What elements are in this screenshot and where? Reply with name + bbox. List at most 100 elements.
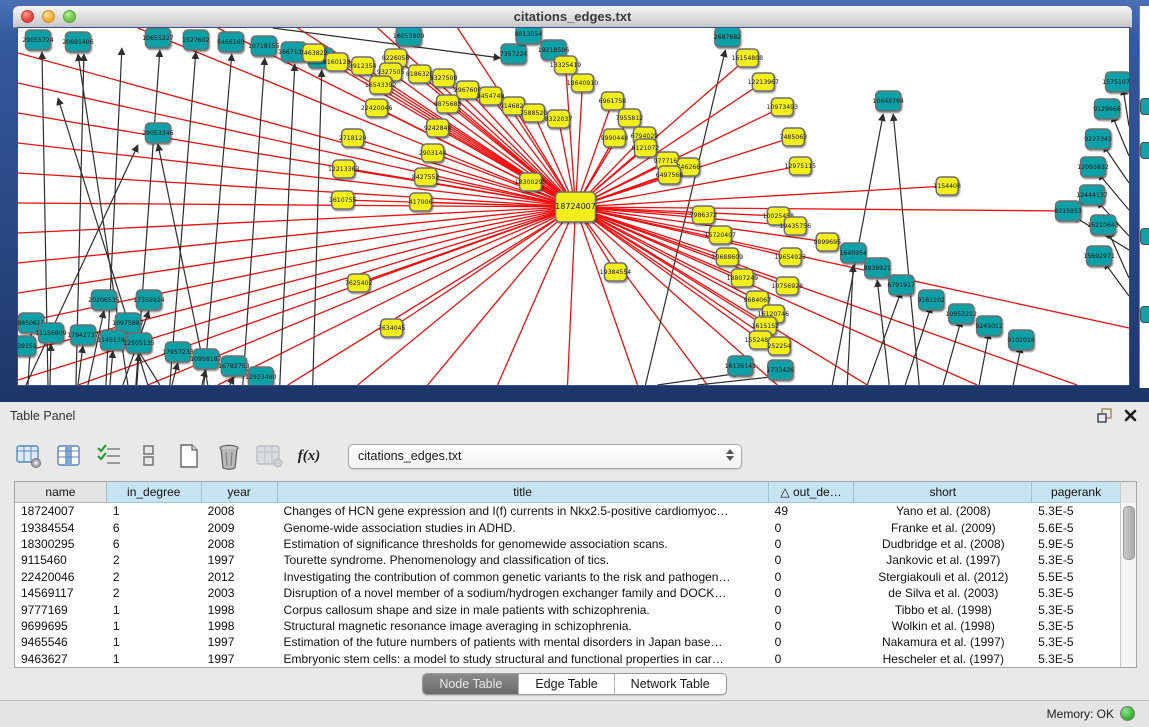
float-panel-icon[interactable] bbox=[1097, 408, 1112, 428]
graph-node[interactable]: 15751074 bbox=[1102, 72, 1129, 92]
table-chooser-dropdown[interactable]: citations_edges.txt bbox=[348, 444, 742, 469]
graph-node[interactable]: 17942737 bbox=[67, 325, 99, 345]
graph-node[interactable]: 9899695 bbox=[813, 233, 841, 251]
graph-node[interactable]: 6497568 bbox=[656, 166, 684, 184]
table-settings-button[interactable] bbox=[14, 441, 44, 471]
graph-node[interactable]: 8912354 bbox=[349, 57, 377, 75]
graph-node[interactable]: 15692971 bbox=[1083, 246, 1115, 266]
graph-node[interactable]: 10958187 bbox=[190, 349, 222, 369]
graph-node[interactable]: 9121072 bbox=[632, 139, 660, 157]
graph-node[interactable]: 1527602 bbox=[182, 30, 210, 50]
table-row[interactable]: 1872400712008Changes of HCN gene express… bbox=[15, 503, 1121, 519]
graph-node[interactable]: 16543392 bbox=[365, 76, 397, 94]
column-header-title[interactable]: title bbox=[278, 482, 769, 503]
column-header-out-de-[interactable]: △ out_de… bbox=[769, 482, 855, 503]
graph-node[interactable]: 8813054 bbox=[515, 28, 543, 44]
graph-node[interactable]: 2718120 bbox=[339, 129, 367, 147]
graph-node[interactable]: 8839159 bbox=[18, 336, 37, 356]
zoom-window-button[interactable] bbox=[63, 10, 76, 23]
graph-node[interactable]: 8215953 bbox=[1054, 201, 1082, 221]
graph-node[interactable]: 9160123 bbox=[323, 53, 351, 71]
graph-node[interactable]: 1610755 bbox=[329, 191, 357, 209]
window-titlebar[interactable]: citations_edges.txt bbox=[13, 6, 1132, 28]
graph-node[interactable]: 9327508 bbox=[430, 69, 458, 87]
close-window-button[interactable] bbox=[21, 10, 34, 23]
graph-node[interactable]: 6466160 bbox=[217, 32, 245, 52]
table-vertical-scrollbar[interactable] bbox=[1120, 503, 1136, 667]
graph-node[interactable]: 1733426 bbox=[767, 360, 795, 380]
graph-node[interactable]: 7588520 bbox=[520, 104, 548, 122]
graph-node[interactable]: 12093832 bbox=[1077, 157, 1109, 177]
graph-node[interactable]: 12213967 bbox=[748, 73, 780, 91]
table-row[interactable]: 969969511998Structural magnetic resonanc… bbox=[15, 618, 1121, 634]
graph-node[interactable]: 7485063 bbox=[780, 128, 808, 146]
select-columns-button[interactable] bbox=[54, 441, 84, 471]
graph-node[interactable]: 16136141 bbox=[725, 356, 757, 376]
graph-node[interactable]: 12505135 bbox=[123, 333, 155, 353]
graph-node[interactable]: 19654923 bbox=[775, 248, 807, 266]
graph-hub-node[interactable]: 18724007 bbox=[555, 192, 596, 222]
graph-node[interactable]: 12975115 bbox=[785, 157, 817, 175]
graph-node[interactable]: 1640954 bbox=[839, 243, 867, 263]
graph-node[interactable]: 16154808 bbox=[732, 49, 764, 67]
graph-node[interactable]: 13325419 bbox=[550, 56, 582, 74]
table-row[interactable]: 911546021997Tourette syndrome. Phenomeno… bbox=[15, 552, 1121, 568]
column-header-in-degree[interactable]: in_degree bbox=[107, 482, 202, 503]
graph-node[interactable]: 10688609 bbox=[712, 248, 744, 266]
function-builder-button[interactable]: f(x) bbox=[294, 441, 324, 471]
merge-rows-button[interactable] bbox=[134, 441, 164, 471]
graph-node[interactable]: 9938921 bbox=[863, 258, 891, 278]
delete-column-button[interactable] bbox=[214, 441, 244, 471]
graph-node[interactable]: 10719155 bbox=[248, 36, 280, 56]
graph-node[interactable]: 20206535 bbox=[88, 290, 120, 310]
graph-node[interactable]: 2687682 bbox=[714, 28, 742, 47]
network-graph[interactable]: 2905572420691406106552271527602646616010… bbox=[18, 28, 1129, 385]
graph-node[interactable]: 7986372 bbox=[690, 206, 718, 224]
graph-node[interactable]: 252254 bbox=[768, 337, 792, 355]
graph-node[interactable]: 18640910 bbox=[567, 74, 599, 92]
graph-node[interactable]: 9245012 bbox=[975, 316, 1003, 336]
graph-node[interactable]: 9242848 bbox=[424, 119, 452, 137]
graph-node[interactable]: 7634045 bbox=[378, 319, 406, 337]
graph-node[interactable]: 17359924 bbox=[133, 290, 165, 310]
table-row[interactable]: 2242004622012Investigating the contribut… bbox=[15, 569, 1121, 585]
graph-node[interactable]: 20691406 bbox=[62, 32, 94, 52]
table-row[interactable]: 977716911998Corpus callosum shape and si… bbox=[15, 601, 1121, 617]
graph-node[interactable]: 29055724 bbox=[22, 30, 54, 50]
table-row[interactable]: 1938455462009Genome-wide association stu… bbox=[15, 519, 1121, 535]
graph-node[interactable]: 22420046 bbox=[361, 99, 393, 117]
column-header-name[interactable]: name bbox=[15, 482, 107, 503]
graph-node[interactable]: 7955812 bbox=[616, 109, 644, 127]
graph-node[interactable]: 19384554 bbox=[600, 263, 632, 281]
network-canvas[interactable]: 2905572420691406106552271527602646616010… bbox=[17, 27, 1130, 386]
graph-node[interactable]: 7357224 bbox=[500, 44, 528, 64]
graph-node[interactable]: 19435756 bbox=[780, 217, 812, 235]
table-row[interactable]: 1830029562008Estimation of significance … bbox=[15, 536, 1121, 552]
tab-edge-table[interactable]: Edge Table bbox=[519, 674, 614, 694]
graph-node[interactable]: 9129966 bbox=[1093, 99, 1121, 119]
graph-node[interactable]: 9161202 bbox=[917, 290, 945, 310]
graph-node[interactable]: 10953212 bbox=[945, 304, 977, 324]
graph-node[interactable]: 417006 bbox=[409, 193, 433, 211]
graph-node[interactable]: 11156809 bbox=[35, 323, 67, 343]
graph-node[interactable]: 29053346 bbox=[142, 123, 174, 143]
graph-node[interactable]: 8427552 bbox=[412, 168, 440, 186]
table-row[interactable]: 1456911722003Disruption of a novel membe… bbox=[15, 585, 1121, 601]
graph-node[interactable]: 18807249 bbox=[727, 269, 759, 287]
graph-node[interactable]: 10973493 bbox=[767, 98, 799, 116]
graph-node[interactable]: 15720407 bbox=[705, 226, 737, 244]
row-selection-mode-button[interactable] bbox=[94, 441, 124, 471]
new-column-button[interactable] bbox=[174, 441, 204, 471]
graph-node[interactable]: 12213363 bbox=[328, 160, 360, 178]
column-header-short[interactable]: short bbox=[854, 482, 1032, 503]
close-panel-icon[interactable] bbox=[1124, 409, 1137, 427]
tab-network-table[interactable]: Network Table bbox=[615, 674, 726, 694]
column-header-pagerank[interactable]: pagerank bbox=[1032, 482, 1121, 503]
graph-node[interactable]: 8875685 bbox=[434, 95, 462, 113]
graph-node[interactable]: 17957233 bbox=[162, 342, 194, 362]
tab-node-table[interactable]: Node Table bbox=[423, 674, 519, 694]
graph-node[interactable]: 9990448 bbox=[601, 129, 629, 147]
graph-node[interactable]: 12444137 bbox=[1076, 185, 1108, 205]
graph-node[interactable]: 9227343 bbox=[1084, 129, 1112, 149]
graph-node[interactable]: 7625402 bbox=[345, 274, 373, 292]
